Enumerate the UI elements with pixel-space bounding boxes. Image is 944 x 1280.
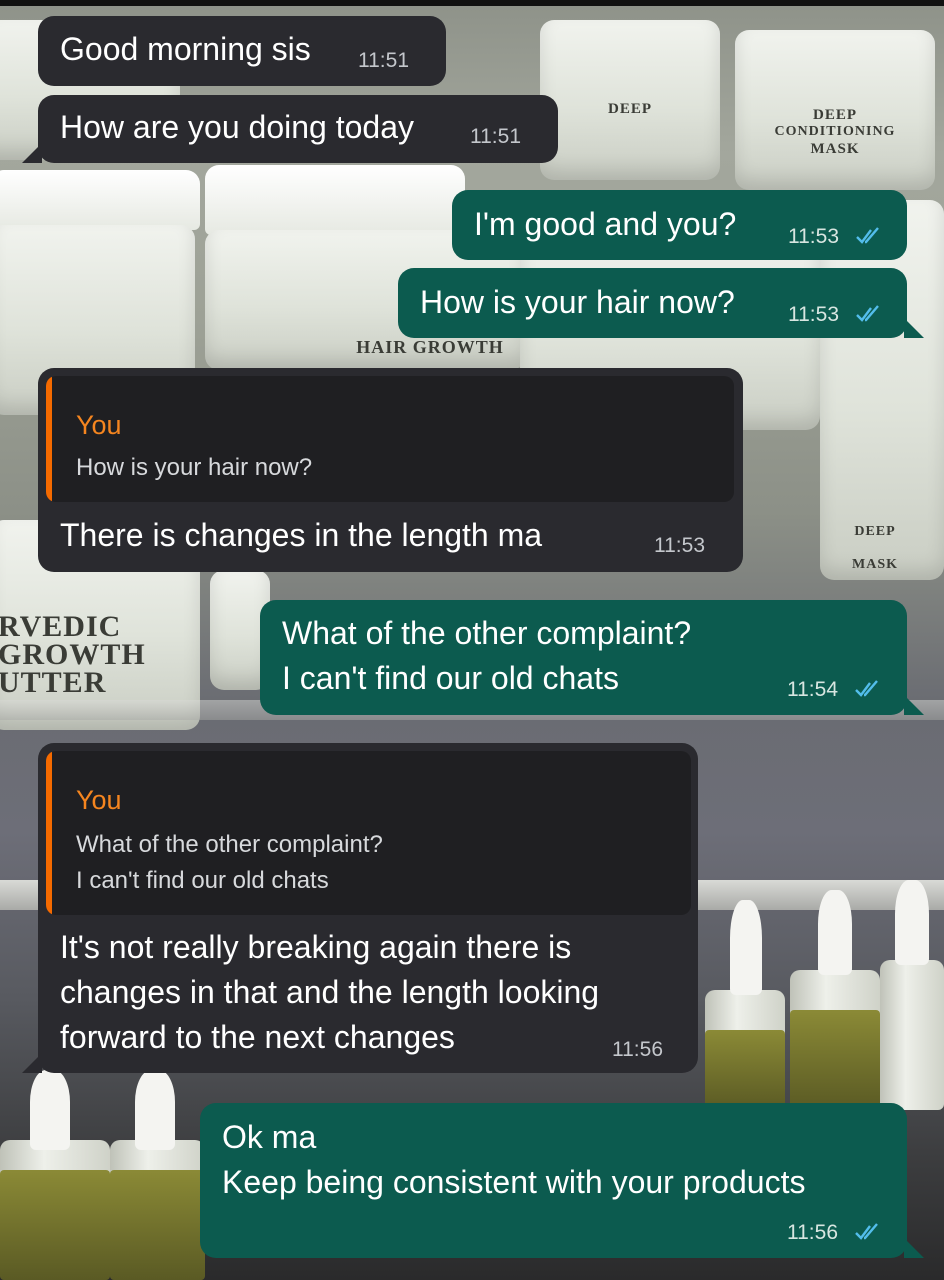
bottle <box>880 960 944 1110</box>
message-bubble-incoming[interactable]: You How is your hair now? There is chang… <box>38 368 743 572</box>
bottle-tip <box>895 880 929 965</box>
read-ticks-icon <box>856 305 879 322</box>
message-time: 11:54 <box>787 678 838 701</box>
quote-accent-bar <box>46 751 52 915</box>
quote-text: What of the other complaint? I can't fin… <box>76 831 383 894</box>
read-ticks-icon <box>856 227 879 244</box>
quote-author: You <box>76 785 122 815</box>
oil <box>0 1170 110 1280</box>
quote-author: You <box>76 410 122 440</box>
jar-label: DEEP <box>854 524 896 539</box>
bubble-tail <box>22 143 42 163</box>
bottle-tip <box>730 900 762 995</box>
bottle-tip <box>818 890 852 975</box>
jar: DEEP CONDITIONING MASK <box>735 30 935 190</box>
message-time: 11:56 <box>612 1038 663 1061</box>
message-bubble-incoming[interactable]: How are you doing today 11:51 <box>38 95 558 163</box>
message-text: How are you doing today <box>60 109 414 145</box>
jar-label: HAIR GROWTH <box>356 337 504 357</box>
message-text: It's not really breaking again there is … <box>60 929 600 1055</box>
reply-quote[interactable]: You How is your hair now? <box>46 376 734 502</box>
bubble-tail <box>904 318 924 338</box>
jar-label: DEEP <box>607 101 652 117</box>
message-bubble-outgoing[interactable]: What of the other complaint? I can't fin… <box>260 600 907 715</box>
read-ticks-icon <box>855 1223 878 1240</box>
message-text: There is changes in the length ma <box>60 517 543 553</box>
oil <box>790 1010 880 1110</box>
message-time: 11:53 <box>654 534 705 557</box>
message-time: 11:51 <box>358 49 409 72</box>
jar-lid <box>0 170 200 230</box>
message-time: 11:53 <box>788 303 839 326</box>
jar: DEEP <box>540 20 720 180</box>
bubble-tail <box>22 1053 42 1073</box>
bubble-tail <box>904 1238 924 1258</box>
jar-lid <box>205 165 465 235</box>
message-time: 11:53 <box>788 225 839 248</box>
jar-label: UTTER <box>0 666 107 699</box>
message-text: Ok ma Keep being consistent with your pr… <box>222 1119 806 1200</box>
bottle-tip <box>135 1070 175 1150</box>
jar-label: MASK <box>810 141 860 157</box>
bubble-tail <box>904 695 924 715</box>
jar-label: MASK <box>852 557 898 572</box>
quote-accent-bar <box>46 376 52 502</box>
jar-label: DEEP <box>812 107 857 123</box>
message-bubble-outgoing[interactable]: Ok ma Keep being consistent with your pr… <box>200 1103 907 1258</box>
message-time: 11:56 <box>787 1221 838 1244</box>
oil <box>705 1030 785 1110</box>
message-bubble-outgoing[interactable]: How is your hair now? 11:53 <box>398 268 907 338</box>
message-text: I'm good and you? <box>474 206 737 242</box>
message-text: What of the other complaint? I can't fin… <box>282 615 692 696</box>
reply-quote[interactable]: You What of the other complaint? I can't… <box>46 751 691 915</box>
message-bubble-outgoing[interactable]: I'm good and you? 11:53 <box>452 190 907 260</box>
jar-label: CONDITIONING <box>774 124 896 139</box>
quote-text: How is your hair now? <box>76 454 313 481</box>
message-bubble-incoming[interactable]: Good morning sis 11:51 <box>38 16 446 86</box>
message-time: 11:51 <box>470 125 521 148</box>
message-bubble-incoming[interactable]: You What of the other complaint? I can't… <box>38 743 698 1073</box>
message-text: Good morning sis <box>60 31 311 67</box>
oil <box>110 1170 205 1280</box>
top-edge <box>0 0 944 6</box>
bottle-tip <box>30 1070 70 1150</box>
read-ticks-icon <box>855 680 878 697</box>
message-text: How is your hair now? <box>420 284 735 320</box>
